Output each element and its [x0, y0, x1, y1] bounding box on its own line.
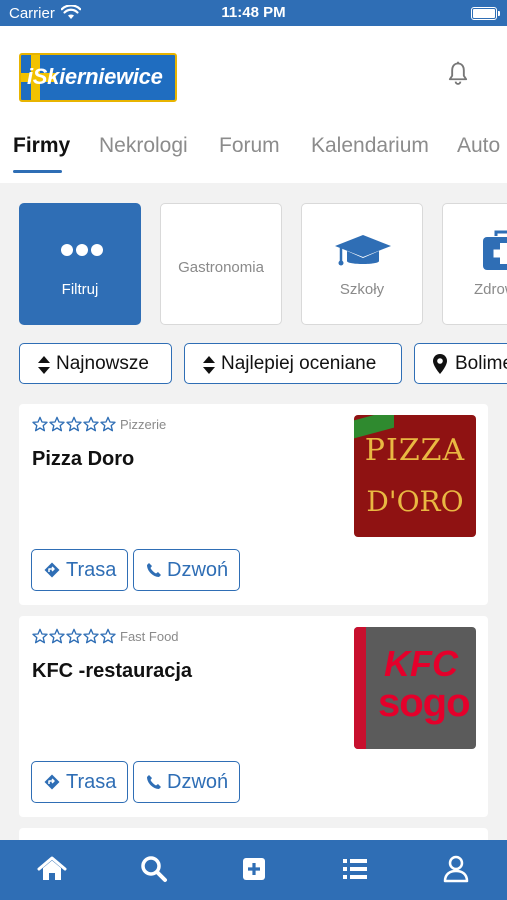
category-szkoly[interactable]: Szkoły	[301, 203, 423, 325]
rating-stars	[32, 628, 117, 644]
sort-newest-chip[interactable]: Najnowsze	[19, 343, 172, 384]
chip-label: Najlepiej oceniane	[221, 353, 377, 374]
thumbnail-text-top: KFC	[384, 643, 458, 684]
star-outline-icon	[83, 628, 99, 644]
app-header: iSkierniewice Firmy Nekrologi Forum Kale…	[0, 26, 507, 183]
tab-firmy[interactable]: Firmy	[13, 134, 70, 158]
rating-stars	[32, 416, 117, 432]
category-carousel: Filtruj Gastronomia Szkoły Zdrow	[0, 203, 507, 325]
category-label: Gastronomia	[178, 259, 264, 276]
add-icon[interactable]	[239, 854, 269, 884]
star-outline-icon	[66, 628, 82, 644]
list-icon[interactable]	[340, 854, 370, 884]
sort-bar: Najnowsze Najlepiej oceniane Bolime	[0, 343, 507, 385]
listing-thumbnail[interactable]: KFC sogo	[354, 627, 476, 749]
tab-kalendarium[interactable]: Kalendarium	[311, 134, 429, 158]
thumbnail-decoration	[354, 627, 366, 749]
route-button-label: Trasa	[66, 559, 117, 581]
star-outline-icon	[32, 416, 48, 432]
category-filter[interactable]: Filtruj	[19, 203, 141, 325]
thumbnail-text-top: PIZZA	[364, 433, 466, 468]
thumbnail-text-bottom: sogo	[378, 681, 471, 725]
logo-text: iSkierniewice	[27, 64, 163, 89]
tab-auto[interactable]: Auto	[457, 134, 500, 158]
route-button-label: Trasa	[66, 771, 117, 793]
category-label: Zdrow	[474, 281, 507, 298]
category-zdrowie[interactable]: Zdrow	[442, 203, 507, 325]
category-gastronomia[interactable]: Gastronomia	[160, 203, 282, 325]
bell-icon[interactable]	[444, 60, 472, 88]
directions-icon	[44, 562, 60, 578]
listing-title[interactable]: Pizza Doro	[32, 448, 134, 471]
call-button[interactable]: Dzwoń	[133, 761, 240, 803]
medical-kit-icon	[483, 230, 507, 270]
call-button[interactable]: Dzwoń	[133, 549, 240, 591]
home-icon[interactable]	[37, 854, 67, 884]
star-outline-icon	[49, 416, 65, 432]
star-outline-icon	[83, 416, 99, 432]
star-outline-icon	[100, 416, 116, 432]
star-outline-icon	[66, 416, 82, 432]
phone-icon	[147, 775, 161, 789]
category-label: Filtruj	[61, 281, 99, 298]
listing-category: Fast Food	[120, 629, 179, 644]
active-tab-indicator	[13, 170, 62, 173]
star-outline-icon	[100, 628, 116, 644]
more-dots-icon	[61, 244, 103, 256]
app-logo[interactable]: iSkierniewice	[19, 53, 177, 102]
sort-icon	[38, 356, 50, 374]
thumbnail-text-bottom: D'ORO	[366, 485, 464, 518]
tab-forum[interactable]: Forum	[219, 134, 280, 158]
search-icon[interactable]	[139, 854, 169, 884]
star-outline-icon	[32, 628, 48, 644]
chip-label: Najnowsze	[56, 353, 149, 374]
category-label: Szkoły	[339, 281, 385, 298]
tab-nekrologi[interactable]: Nekrologi	[99, 134, 188, 158]
phone-icon	[147, 563, 161, 577]
top-tabs: Firmy Nekrologi Forum Kalendarium Auto	[0, 134, 507, 174]
listing-thumbnail[interactable]: PIZZA D'ORO	[354, 415, 476, 537]
route-button[interactable]: Trasa	[31, 549, 128, 591]
chip-label: Bolime	[455, 353, 507, 374]
profile-icon[interactable]	[441, 854, 471, 884]
sort-icon	[203, 356, 215, 374]
star-outline-icon	[49, 628, 65, 644]
route-button[interactable]: Trasa	[31, 761, 128, 803]
call-button-label: Dzwoń	[167, 771, 229, 793]
listing-card[interactable]: Fast Food KFC -restauracja KFC sogo Tras…	[19, 616, 488, 817]
map-pin-icon	[433, 354, 447, 374]
call-button-label: Dzwoń	[167, 559, 229, 581]
listing-card[interactable]: Pizzerie Pizza Doro PIZZA D'ORO Trasa Dz…	[19, 404, 488, 605]
bottom-nav	[0, 840, 507, 900]
listing-category: Pizzerie	[120, 417, 167, 432]
location-chip[interactable]: Bolime	[414, 343, 507, 384]
clock: 11:48 PM	[221, 4, 286, 21]
graduation-cap-icon	[335, 235, 391, 266]
listing-title[interactable]: KFC -restauracja	[32, 660, 192, 683]
sort-top-rated-chip[interactable]: Najlepiej oceniane	[184, 343, 402, 384]
directions-icon	[44, 774, 60, 790]
battery-icon	[471, 7, 500, 20]
status-bar: Carrier 11:48 PM	[0, 0, 507, 26]
